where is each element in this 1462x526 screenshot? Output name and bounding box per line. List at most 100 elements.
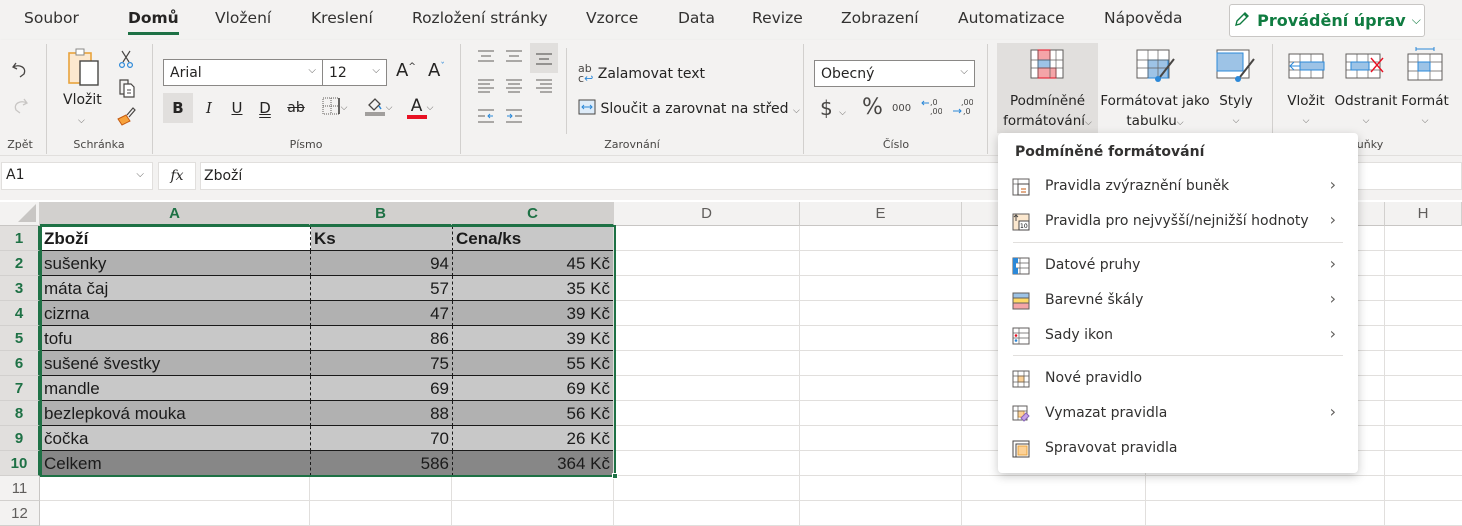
tab-data[interactable]: Data xyxy=(678,9,715,27)
menu-item-data-bars[interactable]: Datové pruhy › xyxy=(998,249,1358,283)
cell-b8[interactable]: 88 xyxy=(311,401,453,426)
shrink-font-button[interactable]: Aˇ xyxy=(428,60,445,81)
align-left-icon[interactable] xyxy=(476,76,496,96)
number-format-dropdown[interactable]: Obecný ⌵ xyxy=(814,60,975,87)
fill-handle[interactable] xyxy=(612,473,618,479)
row-header-4[interactable]: 4 xyxy=(0,301,40,326)
format-as-table-button[interactable]: Formátovat jako tabulku⌵ xyxy=(1100,43,1210,133)
cell-b6[interactable]: 75 xyxy=(311,351,453,376)
cell-a5[interactable]: tofu xyxy=(41,326,311,351)
italic-button[interactable]: I xyxy=(198,93,220,123)
column-header-b[interactable]: B xyxy=(310,202,452,226)
decrease-decimal-icon[interactable]: ,00,0 xyxy=(950,96,974,118)
row-header-9[interactable]: 9 xyxy=(0,426,40,451)
cell-c4[interactable]: 39 Kč xyxy=(453,301,613,326)
column-header-d[interactable]: D xyxy=(614,202,800,226)
cell-c10[interactable]: 364 Kč xyxy=(453,451,613,476)
undo-icon[interactable] xyxy=(8,58,32,82)
row-header-12[interactable]: 12 xyxy=(0,501,40,526)
tab-soubor[interactable]: Soubor xyxy=(24,9,79,27)
copy-icon[interactable] xyxy=(116,76,138,100)
menu-item-icon-sets[interactable]: Sady ikon › xyxy=(998,319,1358,353)
tab-revize[interactable]: Revize xyxy=(752,9,803,27)
cell-a1[interactable]: Zboží xyxy=(41,226,311,251)
row-header-5[interactable]: 5 xyxy=(0,326,40,351)
align-center-icon[interactable] xyxy=(504,76,524,96)
row-header-2[interactable]: 2 xyxy=(0,251,40,276)
tab-napoveda[interactable]: Nápověda xyxy=(1104,9,1182,27)
paste-chevron-icon[interactable]: ⌵ xyxy=(78,116,85,126)
cell-a8[interactable]: bezlepková mouka xyxy=(41,401,311,426)
cell-c3[interactable]: 35 Kč xyxy=(453,276,613,301)
cell-c8[interactable]: 56 Kč xyxy=(453,401,613,426)
row-header-11[interactable]: 11 xyxy=(0,476,40,501)
wrap-text-button[interactable]: ab c↩ Zalamovat text xyxy=(578,63,705,84)
cell-b4[interactable]: 47 xyxy=(311,301,453,326)
cell-c7[interactable]: 69 Kč xyxy=(453,376,613,401)
row-header-10[interactable]: 10 xyxy=(0,451,40,476)
menu-item-highlight-cells-rules[interactable]: Pravidla zvýraznění buněk › xyxy=(998,170,1358,204)
paste-icon[interactable] xyxy=(64,46,104,90)
cell-a3[interactable]: máta čaj xyxy=(41,276,311,301)
insert-function-button[interactable]: fx xyxy=(158,162,196,190)
conditional-formatting-button[interactable]: Podmíněné formátování⌵ xyxy=(997,43,1098,133)
underline-button[interactable]: U xyxy=(226,93,248,123)
cell-b7[interactable]: 69 xyxy=(311,376,453,401)
align-middle-icon[interactable] xyxy=(504,46,524,66)
align-right-icon[interactable] xyxy=(534,76,554,96)
row-header-3[interactable]: 3 xyxy=(0,276,40,301)
row-header-8[interactable]: 8 xyxy=(0,401,40,426)
menu-item-clear-rules[interactable]: Vymazat pravidla › xyxy=(998,397,1358,431)
font-color-button[interactable]: A ⌵ xyxy=(402,95,438,121)
increase-decimal-icon[interactable]: ,0,00 xyxy=(919,96,943,118)
cell-b10[interactable]: 586 xyxy=(311,451,453,476)
cell-a7[interactable]: mandle xyxy=(41,376,311,401)
cell-a9[interactable]: čočka xyxy=(41,426,311,451)
cell-styles-button[interactable]: Styly ⌵ xyxy=(1212,43,1260,133)
menu-item-manage-rules[interactable]: Spravovat pravidla xyxy=(998,432,1358,466)
scissors-icon[interactable] xyxy=(116,48,136,70)
column-header-e[interactable]: E xyxy=(800,202,962,226)
merge-center-button[interactable]: Sloučit a zarovnat na střed ⌵ xyxy=(578,99,800,119)
bold-button[interactable]: B xyxy=(163,93,193,123)
row-header-6[interactable]: 6 xyxy=(0,351,40,376)
align-top-icon[interactable] xyxy=(476,46,496,66)
tab-zobrazeni[interactable]: Zobrazení xyxy=(841,9,919,27)
name-box[interactable]: A1 ⌵ xyxy=(1,162,153,190)
align-bottom-icon[interactable] xyxy=(530,43,558,73)
grow-font-button[interactable]: A^ xyxy=(396,60,416,81)
tab-rozlozeni-stranky[interactable]: Rozložení stránky xyxy=(412,9,548,27)
redo-icon[interactable] xyxy=(8,94,32,118)
borders-button[interactable]: ⌵ xyxy=(316,96,352,120)
cell-c5[interactable]: 39 Kč xyxy=(453,326,613,351)
strikethrough-button[interactable]: ab xyxy=(283,93,309,123)
tab-vlozeni[interactable]: Vložení xyxy=(215,9,271,27)
cell-a2[interactable]: sušenky xyxy=(41,251,311,276)
editing-mode-button[interactable]: Provádění úprav ⌵ xyxy=(1229,4,1425,37)
menu-item-color-scales[interactable]: Barevné škály › xyxy=(998,284,1358,318)
cell-a10[interactable]: Celkem xyxy=(41,451,311,476)
cell-c2[interactable]: 45 Kč xyxy=(453,251,613,276)
column-header-a[interactable]: A xyxy=(40,202,310,226)
menu-item-top-bottom-rules[interactable]: 10 Pravidla pro nejvyšší/nejnižší hodnoty… xyxy=(998,205,1358,239)
double-underline-button[interactable]: D xyxy=(254,93,276,123)
increase-indent-icon[interactable] xyxy=(504,106,524,126)
thousands-separator-button[interactable]: 000 xyxy=(892,103,911,114)
percent-button[interactable]: % xyxy=(862,95,883,120)
font-size-dropdown[interactable]: 12 ⌵ xyxy=(322,59,387,86)
tab-vzorce[interactable]: Vzorce xyxy=(586,9,638,27)
cell-c6[interactable]: 55 Kč xyxy=(453,351,613,376)
insert-cells-button[interactable]: Vložit ⌵ xyxy=(1280,43,1332,133)
delete-cells-button[interactable]: Odstranit ⌵ xyxy=(1333,43,1399,133)
tab-domu[interactable]: Domů xyxy=(128,9,179,35)
row-header-1[interactable]: 1 xyxy=(0,226,40,251)
paste-button[interactable]: Vložit xyxy=(63,92,102,108)
column-header-h[interactable]: H xyxy=(1385,202,1462,226)
cell-b5[interactable]: 86 xyxy=(311,326,453,351)
row-header-7[interactable]: 7 xyxy=(0,376,40,401)
cell-b3[interactable]: 57 xyxy=(311,276,453,301)
cell-b2[interactable]: 94 xyxy=(311,251,453,276)
format-painter-icon[interactable] xyxy=(116,104,138,128)
currency-button[interactable]: $ ⌵ xyxy=(820,96,846,120)
cell-c9[interactable]: 26 Kč xyxy=(453,426,613,451)
